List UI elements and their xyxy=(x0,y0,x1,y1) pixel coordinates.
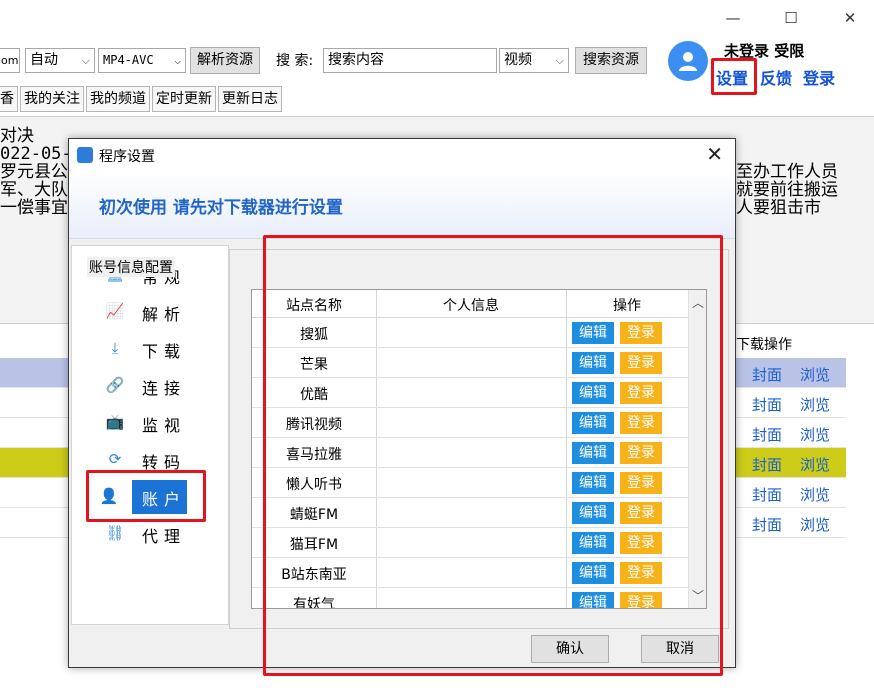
browse-link[interactable]: 浏览 xyxy=(800,394,830,415)
nav-item-link[interactable]: 🔗 连接 xyxy=(105,369,198,403)
nav-item-download[interactable]: ⤓ 下载 xyxy=(108,332,198,366)
browse-link[interactable]: 浏览 xyxy=(800,364,830,385)
search-input[interactable]: 搜索内容 xyxy=(323,48,497,73)
format-select-value: MP4-AVC xyxy=(103,53,154,67)
search-type-value: 视频 xyxy=(504,52,532,68)
banner-text: 初次使用 请先对下载器进行设置 xyxy=(99,198,343,218)
feedback-link[interactable]: 反馈 xyxy=(760,65,792,89)
parse-button[interactable]: 解析资源 xyxy=(190,47,260,74)
format-select[interactable]: MP4-AVC ⌵ xyxy=(98,48,186,73)
maximize-icon: ☐ xyxy=(784,9,798,27)
nav-item-network[interactable]: ⛓ 代理 xyxy=(105,517,198,551)
info-line: 人要狙击市 xyxy=(736,198,821,218)
app-icon xyxy=(77,147,93,163)
convert-icon: ⟳ xyxy=(108,450,128,468)
account-table-highlight-box xyxy=(263,235,723,676)
cover-link[interactable]: 封面 xyxy=(752,394,782,415)
search-label: 搜 索: xyxy=(276,53,314,69)
browse-link[interactable]: 浏览 xyxy=(800,514,830,535)
search-type-select[interactable]: 视频 ⌵ xyxy=(499,48,569,73)
dialog-banner: 初次使用 请先对下载器进行设置 xyxy=(69,171,735,239)
account-nav-highlight-box xyxy=(86,470,206,522)
search-input-value: 搜索内容 xyxy=(328,52,384,68)
dialog-title: 程序设置 xyxy=(99,149,155,165)
settings-highlight-box xyxy=(711,58,757,95)
nav-item-label: 下载 xyxy=(142,342,187,361)
quality-select-value: 自动 xyxy=(30,52,58,68)
cover-link[interactable]: 封面 xyxy=(752,454,782,475)
cover-link[interactable]: 封面 xyxy=(752,484,782,505)
account-group-title: 账号信息配置 xyxy=(87,257,175,277)
cover-link[interactable]: 封面 xyxy=(752,364,782,385)
login-link[interactable]: 登录 xyxy=(803,65,835,89)
tab-bar: 香 我的关注 我的频道 定时更新 更新日志 xyxy=(0,86,284,112)
download-actions-header: 下载操作 xyxy=(736,337,792,353)
chevron-down-icon: ⌵ xyxy=(555,54,564,67)
tab-hot[interactable]: 香 xyxy=(0,86,18,112)
nav-item-label: 代理 xyxy=(142,527,187,546)
browse-link[interactable]: 浏览 xyxy=(800,454,830,475)
close-icon: ✕ xyxy=(706,142,723,166)
tab-my-channels[interactable]: 我的频道 xyxy=(86,86,150,112)
site-select-value: om xyxy=(1,54,19,67)
user-avatar-icon xyxy=(679,52,697,71)
nav-item-chart[interactable]: 📈 解析 xyxy=(105,295,198,329)
browse-link[interactable]: 浏览 xyxy=(800,424,830,445)
monitor-wave-icon: 📺 xyxy=(105,413,131,431)
nav-item-label: 连接 xyxy=(142,379,187,398)
chevron-down-icon: ⌵ xyxy=(81,54,90,67)
network-icon: ⛓ xyxy=(105,524,131,542)
close-icon: ✕ xyxy=(843,9,857,27)
nav-item-label: 解析 xyxy=(142,305,187,324)
cover-link[interactable]: 封面 xyxy=(752,424,782,445)
tab-changelog[interactable]: 更新日志 xyxy=(218,86,282,112)
avatar[interactable] xyxy=(668,41,708,81)
close-window-button[interactable]: ✕ xyxy=(840,8,860,28)
site-select[interactable]: om xyxy=(0,48,20,73)
minimize-icon: — xyxy=(725,9,741,27)
chevron-down-icon: ⌵ xyxy=(174,54,181,67)
dialog-close-button[interactable]: ✕ xyxy=(706,142,723,166)
dialog-titlebar: 程序设置 ✕ xyxy=(69,139,735,171)
browse-link[interactable]: 浏览 xyxy=(800,484,830,505)
settings-nav: 🖥常规📈解析⤓下载🔗连接📺监视⟳转码👤账户⛓代理 xyxy=(71,245,229,625)
tab-scheduled-update[interactable]: 定时更新 xyxy=(152,86,216,112)
tab-my-follows[interactable]: 我的关注 xyxy=(20,86,84,112)
minimize-button[interactable]: — xyxy=(723,8,743,28)
search-button[interactable]: 搜索资源 xyxy=(575,47,647,74)
download-icon: ⤓ xyxy=(111,339,125,357)
chart-icon: 📈 xyxy=(105,302,131,320)
cover-link[interactable]: 封面 xyxy=(752,514,782,535)
nav-item-monitor-wave[interactable]: 📺 监视 xyxy=(105,406,198,440)
link-icon: 🔗 xyxy=(105,376,131,394)
maximize-button[interactable]: ☐ xyxy=(781,8,801,28)
nav-item-label: 监视 xyxy=(142,416,187,435)
quality-select[interactable]: 自动 ⌵ xyxy=(25,48,95,73)
